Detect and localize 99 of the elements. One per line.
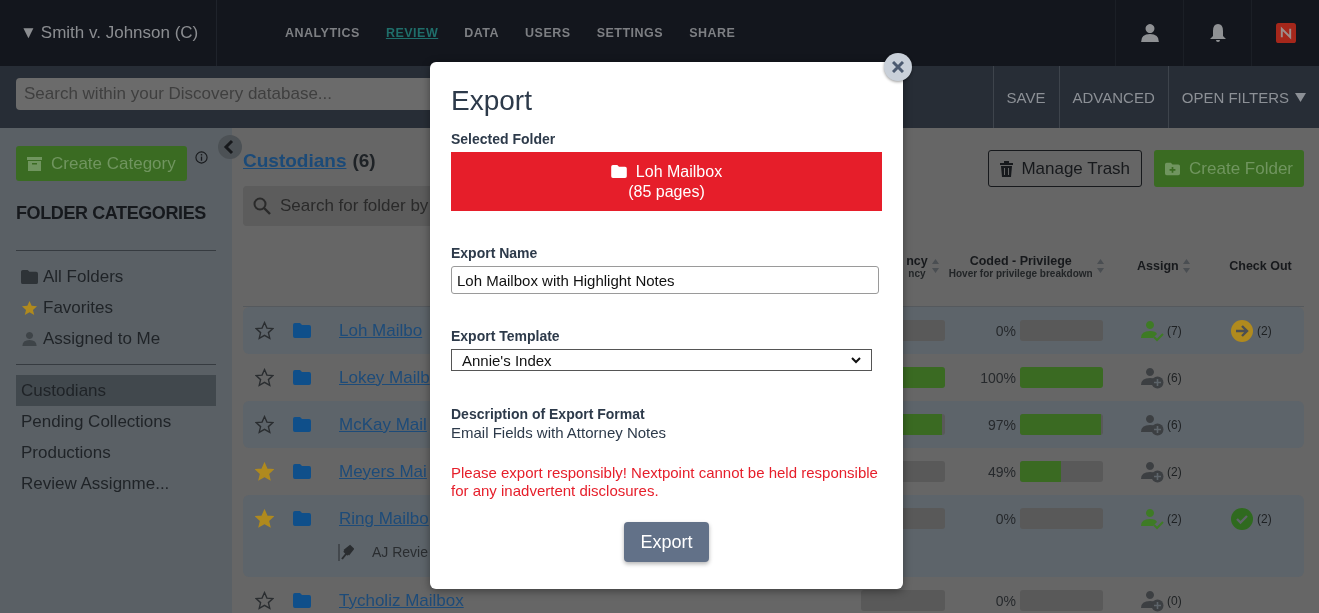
archive-icon	[27, 156, 42, 171]
user-check-icon[interactable]	[1141, 319, 1164, 342]
section-heading: FOLDER CATEGORIES	[16, 203, 207, 224]
star-icon[interactable]	[255, 509, 274, 528]
assign-count: (2)	[1167, 511, 1182, 526]
folder-count: (6)	[352, 149, 376, 173]
folder-link[interactable]: Tycholiz Mailbox	[339, 590, 464, 611]
create-category-button[interactable]: Create Category	[16, 146, 187, 181]
folder-icon	[610, 165, 627, 178]
percent-value: 97%	[986, 416, 1017, 433]
percent-value: 49%	[986, 463, 1017, 480]
check-circle-icon[interactable]	[1231, 507, 1253, 530]
nav-link[interactable]: USERS	[525, 26, 571, 40]
star-icon[interactable]	[255, 321, 274, 340]
folder-icon	[293, 370, 311, 385]
folder-link[interactable]: Meyers Mai	[339, 461, 427, 482]
logo-icon[interactable]	[1275, 23, 1296, 43]
column-note: ncy	[908, 267, 926, 279]
sidebar-item[interactable]: Favorites	[16, 292, 216, 323]
star-icon[interactable]	[255, 368, 274, 387]
sort-icon[interactable]	[1182, 258, 1190, 274]
folder-icon	[293, 417, 311, 432]
arrow-circle-icon[interactable]	[1231, 319, 1253, 342]
assign-count: (0)	[1167, 593, 1182, 608]
user-add-icon[interactable]	[1141, 366, 1164, 389]
assign-count: (2)	[1167, 464, 1182, 479]
sort-icon[interactable]	[931, 258, 939, 274]
field-label: Selected Folder	[451, 130, 557, 148]
collapse-icon[interactable]	[218, 135, 242, 159]
column-header: Check Out	[1229, 259, 1292, 273]
nav-link[interactable]: ANALYTICS	[285, 26, 360, 40]
info-icon[interactable]	[194, 151, 208, 164]
folder-link[interactable]: Loh Mailbo	[339, 320, 423, 341]
field-label: Description of Export Format	[451, 405, 646, 423]
folder-icon	[21, 268, 38, 285]
pinned-assignment: AJ Revie	[372, 544, 429, 560]
trash-icon	[1000, 160, 1014, 177]
nav-link[interactable]: REVIEW	[385, 26, 439, 40]
nav-link[interactable]: SHARE	[689, 26, 736, 40]
column-header: Coded - Privilege	[969, 253, 1072, 268]
checkout-count: (2)	[1257, 323, 1272, 338]
folder-icon	[293, 323, 311, 338]
sidebar-item[interactable]: Pending Collections	[16, 406, 216, 437]
column-header: Assign	[1137, 259, 1179, 273]
manage-trash-button[interactable]: Manage Trash	[988, 150, 1143, 187]
assign-count: (7)	[1167, 323, 1182, 338]
warning-message: Please export responsibly! Nextpoint cannot be held responsible for any inadvertent disclosures.	[451, 464, 879, 500]
sidebar-item[interactable]: Assigned to Me	[16, 323, 216, 354]
sidebar-item[interactable]: Review Assignme...	[16, 468, 216, 499]
pin-icon	[338, 543, 354, 561]
folder-icon	[293, 593, 311, 608]
case-selector[interactable]: Smith v. Johnson (C)	[40, 23, 199, 43]
star-icon[interactable]	[255, 462, 274, 481]
folder-link[interactable]: Ring Mailbo	[339, 508, 429, 529]
star-icon	[21, 299, 38, 316]
folder-link[interactable]: McKay Mail	[339, 414, 427, 435]
page-count: (85 pages)	[628, 181, 705, 202]
column-note: Hover for privilege breakdown	[948, 267, 1093, 279]
template-dropdown[interactable]: Annie's Index	[451, 349, 872, 371]
percent-value: 100%	[979, 369, 1017, 386]
star-icon[interactable]	[255, 415, 274, 434]
nav-link[interactable]: SETTINGS	[596, 26, 664, 40]
column-header: ncy	[906, 253, 928, 268]
user-add-icon[interactable]	[1141, 413, 1164, 436]
star-icon[interactable]	[255, 591, 274, 610]
percent-value: 0%	[994, 322, 1017, 339]
close-icon	[892, 61, 904, 73]
caret-icon[interactable]: ▼	[20, 23, 37, 43]
assign-count: (6)	[1167, 417, 1182, 432]
search-icon	[253, 197, 271, 215]
folder-icon	[293, 511, 311, 526]
format-description: Email Fields with Attorney Notes	[451, 423, 668, 443]
create-folder-button[interactable]: Create Folder	[1154, 150, 1304, 187]
field-label: Export Name	[451, 244, 539, 262]
nav-link[interactable]: DATA	[464, 26, 500, 40]
user-add-icon[interactable]	[1141, 589, 1164, 612]
field-label: Export Template	[451, 327, 561, 345]
checkout-count: (2)	[1257, 511, 1272, 526]
sidebar-item[interactable]: Productions	[16, 437, 216, 468]
toolbar-button[interactable]: SAVE	[992, 66, 1059, 128]
folder-plus-icon	[1165, 161, 1181, 176]
user-check-icon[interactable]	[1141, 507, 1164, 530]
category-title-link[interactable]: Custodians	[243, 148, 347, 186]
folder-icon	[293, 464, 311, 479]
sort-icon[interactable]	[1096, 258, 1104, 274]
toolbar-button[interactable]: OPEN FILTERS	[1167, 66, 1319, 128]
folder-name: Loh Mailbox	[635, 161, 723, 182]
toolbar-button[interactable]: ADVANCED	[1058, 66, 1168, 128]
chevron-down-icon	[851, 356, 861, 364]
export-button[interactable]: Export	[624, 522, 709, 562]
user-add-icon[interactable]	[1141, 460, 1164, 483]
percent-value: 0%	[994, 592, 1017, 609]
percent-value: 0%	[994, 510, 1017, 527]
folder-link[interactable]: Lokey Mailb	[339, 367, 430, 388]
sidebar-item[interactable]: All Folders	[16, 261, 216, 292]
person-icon	[21, 330, 38, 347]
export-name-field[interactable]: Loh Mailbox with Highlight Notes	[451, 266, 879, 294]
user-icon[interactable]	[1139, 23, 1160, 43]
assign-count: (6)	[1167, 370, 1182, 385]
